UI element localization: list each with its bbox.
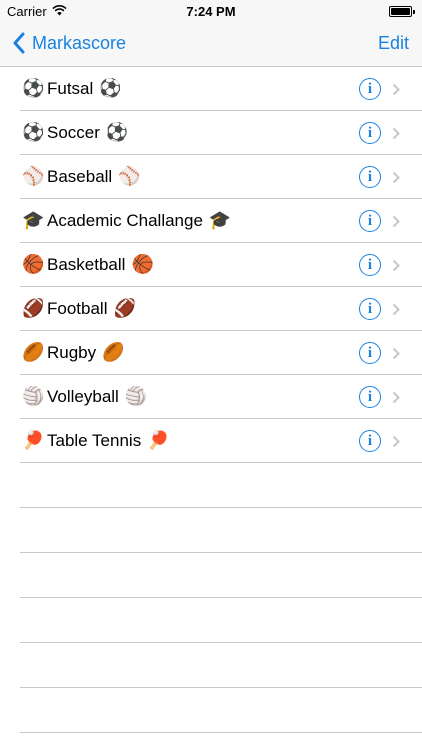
chevron-right-icon: [392, 171, 400, 184]
graduation-cap-icon: 🎓: [22, 210, 45, 230]
chevron-right-icon: [392, 435, 400, 448]
chevron-left-icon: [13, 32, 25, 54]
soccer-ball-icon: ⚽: [99, 78, 122, 98]
sport-name: Rugby: [47, 343, 97, 362]
sport-row[interactable]: ⚽ Futsal ⚽ i: [20, 67, 422, 111]
soccer-ball-icon: ⚽: [22, 122, 45, 142]
empty-row: [20, 643, 422, 688]
sport-row[interactable]: 🏀 Basketball 🏀 i: [20, 243, 422, 287]
info-icon[interactable]: i: [359, 254, 381, 276]
sport-name: Futsal: [47, 79, 94, 98]
sports-list: ⚽ Futsal ⚽ i ⚽ Soccer ⚽ i ⚾ Baseball ⚾ i 🎓 Academic C…: [0, 67, 422, 733]
soccer-ball-icon: ⚽: [105, 122, 129, 142]
ping-pong-icon: 🏓: [147, 430, 170, 450]
chevron-right-icon: [392, 347, 400, 360]
chevron-right-icon: [392, 391, 400, 404]
sport-name: Soccer: [47, 123, 100, 142]
baseball-icon: ⚾: [22, 166, 45, 186]
football-icon: 🏈: [113, 298, 136, 318]
battery-icon: [389, 6, 415, 17]
sport-row[interactable]: ⚾ Baseball ⚾ i: [20, 155, 422, 199]
volleyball-icon: 🏐: [22, 386, 45, 406]
empty-row: [20, 598, 422, 643]
empty-row: [20, 688, 422, 733]
sport-row[interactable]: 🏐 Volleyball 🏐 i: [20, 375, 422, 419]
sport-name: Volleyball: [47, 387, 119, 406]
chevron-right-icon: [392, 215, 400, 228]
sport-name: Football: [47, 299, 108, 318]
chevron-right-icon: [392, 127, 400, 140]
info-icon[interactable]: i: [359, 386, 381, 408]
navigation-bar: Markascore Edit: [0, 22, 422, 67]
empty-row: [20, 463, 422, 508]
sport-row[interactable]: 🏉 Rugby 🏉 i: [20, 331, 422, 375]
edit-button[interactable]: Edit: [378, 33, 409, 54]
back-button[interactable]: Markascore: [12, 32, 126, 54]
rugby-ball-icon: 🏉: [22, 342, 45, 362]
ping-pong-icon: 🏓: [22, 430, 45, 450]
basketball-icon: 🏀: [22, 254, 45, 274]
info-icon[interactable]: i: [359, 430, 381, 452]
sport-name: Baseball: [47, 167, 113, 186]
chevron-right-icon: [392, 259, 400, 272]
basketball-icon: 🏀: [131, 254, 154, 274]
sport-name: Academic Challange: [47, 211, 203, 230]
sport-row[interactable]: 🏈 Football 🏈 i: [20, 287, 422, 331]
info-icon[interactable]: i: [359, 342, 381, 364]
sport-row[interactable]: ⚽ Soccer ⚽ i: [20, 111, 422, 155]
status-bar: Carrier 7:24 PM: [0, 0, 422, 22]
sport-row[interactable]: 🎓 Academic Challange 🎓 i: [20, 199, 422, 243]
chevron-right-icon: [392, 83, 400, 96]
info-icon[interactable]: i: [359, 298, 381, 320]
empty-row: [20, 508, 422, 553]
baseball-icon: ⚾: [118, 166, 141, 186]
rugby-ball-icon: 🏉: [102, 342, 125, 362]
empty-row: [20, 553, 422, 598]
chevron-right-icon: [392, 303, 400, 316]
info-icon[interactable]: i: [359, 210, 381, 232]
back-label: Markascore: [32, 32, 127, 53]
info-icon[interactable]: i: [359, 166, 381, 188]
graduation-cap-icon: 🎓: [208, 210, 232, 230]
info-icon[interactable]: i: [359, 122, 381, 144]
sport-name: Basketball: [47, 255, 126, 274]
sport-name: Table Tennis: [47, 431, 142, 450]
sport-row[interactable]: 🏓 Table Tennis 🏓 i: [20, 419, 422, 463]
volleyball-icon: 🏐: [124, 386, 148, 406]
soccer-ball-icon: ⚽: [22, 78, 45, 98]
info-icon[interactable]: i: [359, 78, 381, 100]
football-icon: 🏈: [22, 298, 45, 318]
status-time: 7:24 PM: [186, 4, 236, 19]
